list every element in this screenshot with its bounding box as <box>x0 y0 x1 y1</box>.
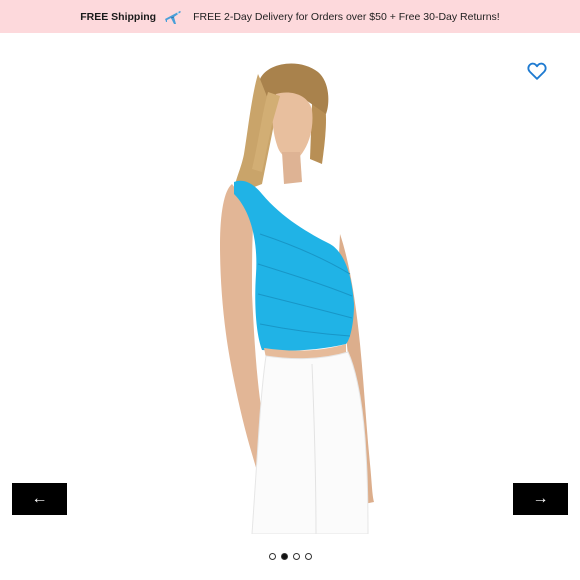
arrow-right-icon: → <box>532 490 549 507</box>
next-image-button[interactable]: → <box>513 483 568 515</box>
carousel-dot-1[interactable] <box>268 553 276 560</box>
product-image <box>0 34 580 534</box>
wishlist-heart-icon[interactable] <box>526 60 548 82</box>
airplane-icon <box>163 7 183 27</box>
arrow-left-icon: ← <box>31 490 48 507</box>
carousel-dot-4[interactable] <box>304 553 312 560</box>
carousel-dot-3[interactable] <box>292 553 300 560</box>
promo-message: FREE 2-Day Delivery for Orders over $50 … <box>193 10 500 23</box>
promo-banner: FREE Shipping FREE 2-Day Delivery for Or… <box>0 0 580 33</box>
previous-image-button[interactable]: ← <box>12 483 67 515</box>
carousel-dots <box>0 553 580 560</box>
product-page: FREE Shipping FREE 2-Day Delivery for Or… <box>0 0 580 580</box>
carousel-dot-2[interactable] <box>280 553 288 560</box>
free-shipping-label: FREE Shipping <box>80 10 157 23</box>
